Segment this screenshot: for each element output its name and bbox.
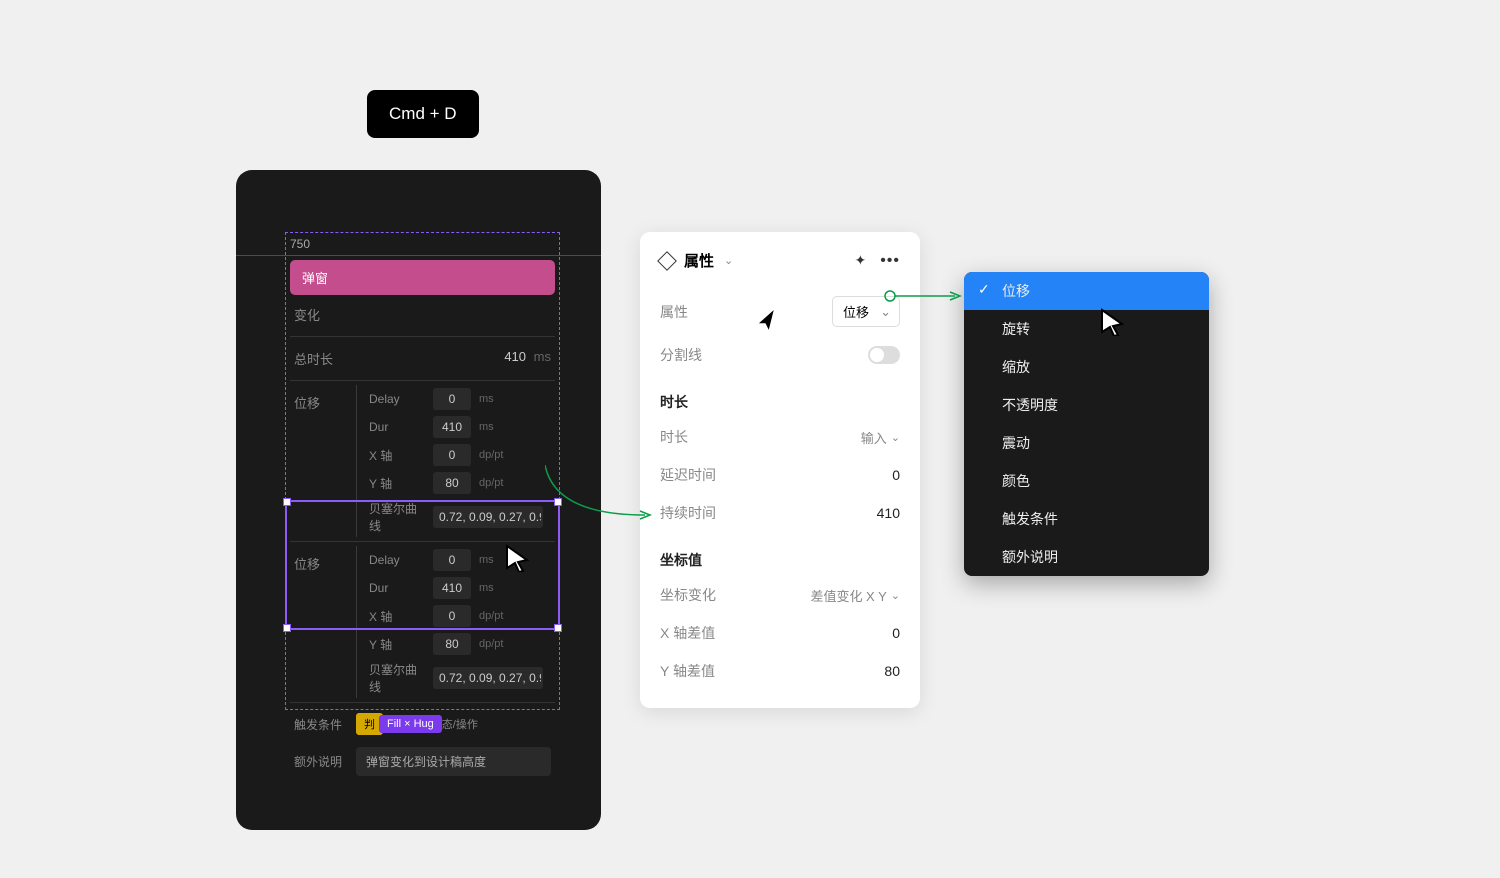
menu-item-trigger[interactable]: 触发条件 [964,500,1209,538]
divider-toggle-row: 分割线 [660,336,900,374]
param-row-y: Y 轴 dp/pt [369,630,543,658]
trigger-suffix: 态/操作 [442,716,478,732]
delay-input[interactable] [433,388,471,410]
layer-title-popup[interactable]: 弹窗 [290,260,555,295]
divider [290,541,555,542]
coordinates-heading: 坐标值 [660,550,900,570]
properties-panel: 属性 ⌄ ✦ ••• 属性 位移 分割线 时长 时长 输入 延迟时间 0 持续时… [640,232,920,708]
autolayout-badge: Fill × Hug [379,715,442,733]
coord-change-row: 坐标变化 差值变化 X Y [660,576,900,614]
divider [290,336,555,337]
delay-value[interactable]: 0 [892,467,900,483]
change-section-label: 变化 [290,297,555,332]
y-input[interactable] [433,472,471,494]
param-row-bezier: 贝塞尔曲线 [369,658,543,698]
y-input[interactable] [433,633,471,655]
diamond-icon [657,251,677,271]
param-row-dur: Dur ms [369,574,543,602]
continue-value[interactable]: 410 [877,505,900,521]
continue-time-row: 持续时间 410 [660,494,900,532]
editor-content: 弹窗 变化 总时长 410 ms 位移 Delay ms Dur ms X 轴 [290,260,555,782]
x-input[interactable] [433,605,471,627]
description-row: 额外说明 弹窗变化到设计稿高度 [290,741,555,782]
x-diff-row: X 轴差值 0 [660,614,900,652]
param-row-x: X 轴 dp/pt [369,441,543,469]
delay-time-row: 延迟时间 0 [660,456,900,494]
keyboard-shortcut-badge: Cmd + D [367,90,479,138]
group-name[interactable]: 位移 [290,546,346,698]
duration-mode-dropdown[interactable]: 输入 [861,428,900,447]
menu-item-shake[interactable]: 震动 [964,424,1209,462]
param-row-bezier: 贝塞尔曲线 [369,497,543,537]
menu-item-opacity[interactable]: 不透明度 [964,386,1209,424]
param-row-dur: Dur ms [369,413,543,441]
trigger-row: 触发条件 判 Fill × Hug 态/操作 [290,707,555,741]
param-group: Delay ms Dur ms X 轴 dp/pt Y 轴 dp/pt 贝塞尔曲… [356,385,543,537]
attribute-row: 属性 位移 [660,287,900,336]
param-group: Delay ms Dur ms X 轴 dp/pt Y 轴 dp/pt 贝塞尔曲… [356,546,543,698]
frame-width-label: 750 [290,237,310,251]
delay-input[interactable] [433,549,471,571]
description-input[interactable]: 弹窗变化到设计稿高度 [356,747,551,776]
properties-header: 属性 ⌄ ✦ ••• [660,250,900,271]
param-row-x: X 轴 dp/pt [369,602,543,630]
attribute-dropdown[interactable]: 位移 [832,296,900,327]
menu-item-translate[interactable]: 位移 [964,272,1209,310]
total-duration-unit: ms [534,349,551,364]
y-diff-row: Y 轴差值 80 [660,652,900,690]
properties-title: 属性 [684,250,714,271]
menu-item-color[interactable]: 颜色 [964,462,1209,500]
divider-toggle[interactable] [868,346,900,364]
coord-change-dropdown[interactable]: 差值变化 X Y [810,586,900,605]
group-name[interactable]: 位移 [290,385,346,537]
y-diff-value[interactable]: 80 [884,663,900,679]
attribute-dropdown-menu: 位移 旋转 缩放 不透明度 震动 颜色 触发条件 额外说明 [964,272,1209,576]
total-duration-row: 总时长 410 ms [290,341,555,376]
dur-input[interactable] [433,416,471,438]
param-row-y: Y 轴 dp/pt [369,469,543,497]
guide-line [236,255,601,256]
more-icon[interactable]: ••• [880,252,900,270]
menu-item-rotate[interactable]: 旋转 [964,310,1209,348]
x-diff-value[interactable]: 0 [892,625,900,641]
menu-item-notes[interactable]: 额外说明 [964,538,1209,576]
sparkle-icon[interactable]: ✦ [854,252,866,269]
param-row-delay: Delay ms [369,546,543,574]
total-duration-value: 410 [504,349,526,364]
bezier-input[interactable] [433,667,543,689]
bezier-input[interactable] [433,506,543,528]
duration-mode-row: 时长 输入 [660,418,900,456]
divider [290,702,555,703]
dur-input[interactable] [433,577,471,599]
x-input[interactable] [433,444,471,466]
duration-heading: 时长 [660,392,900,412]
divider [290,380,555,381]
chevron-down-icon[interactable]: ⌄ [724,254,733,267]
param-row-delay: Delay ms [369,385,543,413]
total-duration-label: 总时长 [294,349,333,368]
menu-item-scale[interactable]: 缩放 [964,348,1209,386]
